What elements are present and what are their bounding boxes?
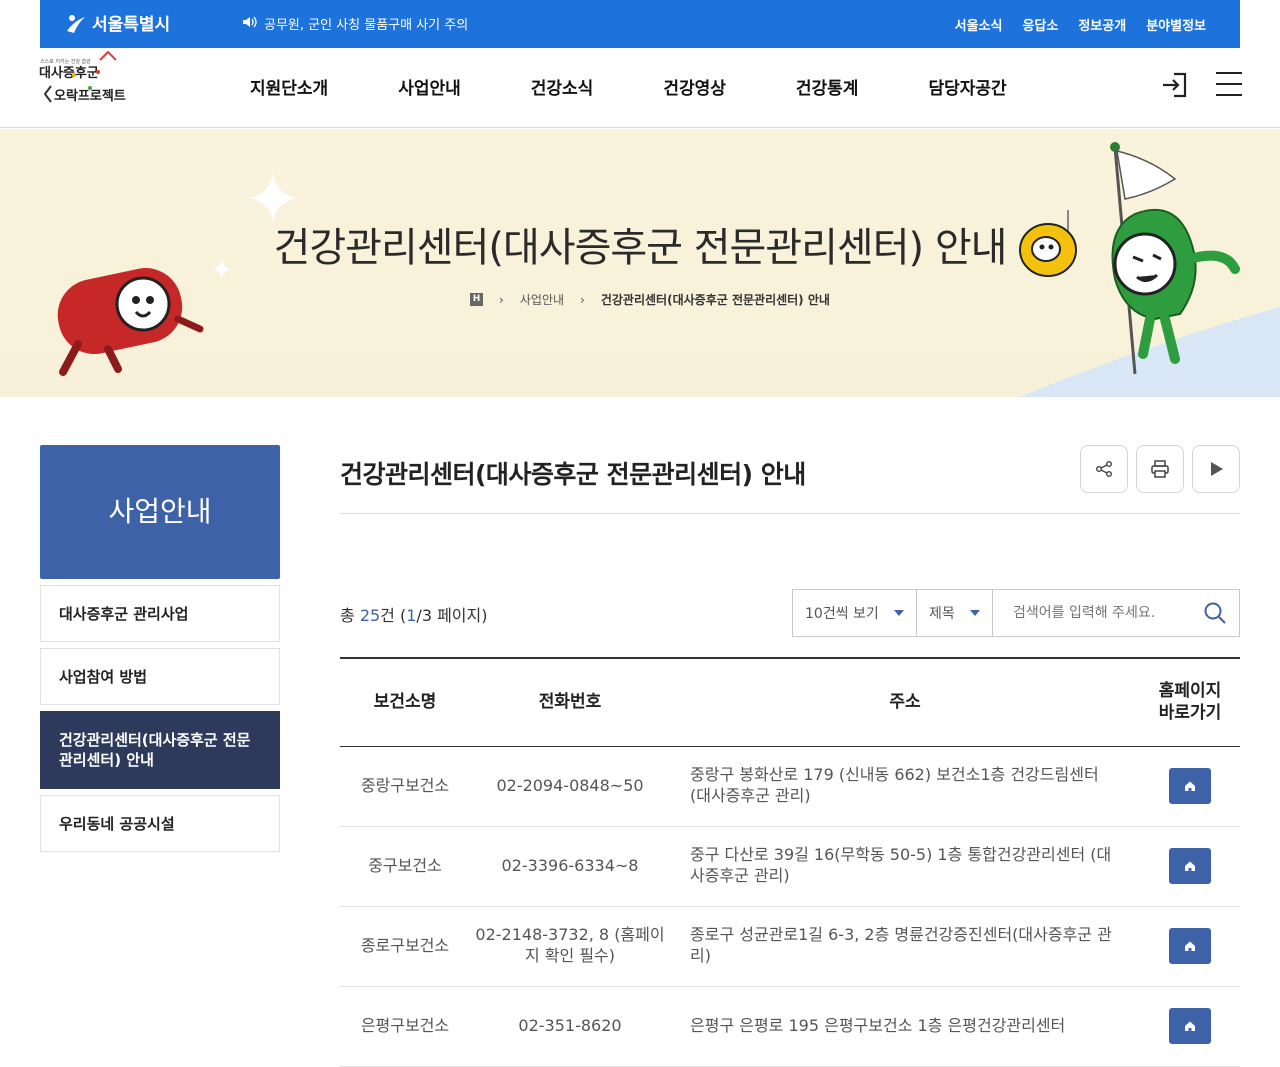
print-button[interactable] (1136, 445, 1184, 493)
side-nav-item-participation[interactable]: 사업참여 방법 (40, 648, 280, 705)
breadcrumb-item-business[interactable]: 사업안내 (520, 291, 564, 308)
table-row: 은평구보건소 02-351-8620 은평구 은평로 195 은평구보건소 1층 은… (340, 986, 1240, 1066)
table-row: 중랑구보건소 02-2094-0848~50 중랑구 봉화산로 179 (신내동 6… (340, 746, 1240, 826)
column-header-phone: 전화번호 (538, 692, 602, 713)
total-count: 25 (359, 606, 381, 625)
breadcrumb: H › 사업안내 › 건강관리센터(대사증후군 전문관리센터) 안내 (0, 291, 1280, 308)
logo-line2: 오락프로젝트 (54, 88, 126, 104)
logo-line1: 대사증후군 (39, 65, 99, 81)
address: 종로구 성균관로1길 6-3, 2층 명륜건강증진센터(대사증후군 관리) (690, 925, 1112, 965)
homepage-link-button[interactable] (1169, 848, 1211, 884)
page-title: 건강관리센터(대사증후군 전문관리센터) 안내 (340, 460, 806, 489)
per-page-select[interactable]: 10건씩 보기 (793, 590, 917, 636)
caret-down-icon (894, 610, 904, 616)
hamburger-menu-icon[interactable] (1216, 72, 1242, 98)
caret-down-icon (970, 610, 980, 616)
search-input[interactable] (993, 590, 1191, 636)
play-icon (1211, 462, 1223, 476)
notice-text: 공무원, 군인 사칭 물품구매 사기 주의 (264, 18, 469, 33)
util-link-seoul-news[interactable]: 서울소식 (955, 15, 1003, 34)
health-center-name: 중구보건소 (368, 855, 442, 875)
util-link-eungdapso[interactable]: 응답소 (1022, 15, 1058, 34)
printer-icon (1151, 460, 1169, 478)
house-icon (1185, 1021, 1195, 1031)
search-field-select[interactable]: 제목 (917, 590, 993, 636)
phone-number: 02-2148-3732, 8 (홈페이지 확인 필수) (475, 925, 665, 965)
column-header-name: 보건소명 (373, 692, 437, 713)
gnb-item-about[interactable]: 지원단소개 (250, 74, 328, 99)
notice-link[interactable]: 공무원, 군인 사칭 물품구매 사기 주의 (242, 14, 468, 33)
house-icon (1185, 861, 1195, 871)
homepage-cell (1140, 826, 1240, 906)
red-mascot-illustration (57, 268, 204, 376)
phone-number: 02-351-8620 (518, 1015, 622, 1035)
phone-number: 02-2094-0848~50 (496, 775, 644, 795)
address: 중구 다산로 39길 16(무학동 50-5) 1층 통합건강관리센터 (대사증… (690, 845, 1112, 885)
table-row: 종로구보건소 02-2148-3732, 8 (홈페이지 확인 필수) 종로구 성균… (340, 906, 1240, 986)
global-nav: 지원단소개 사업안내 건강소식 건강영상 건강통계 담당자공간 (250, 74, 1007, 99)
search-button[interactable] (1191, 590, 1239, 636)
breadcrumb-item-current[interactable]: 건강관리센터(대사증후군 전문관리센터) 안내 (601, 291, 830, 308)
homepage-link-button[interactable] (1169, 768, 1211, 804)
site-logo[interactable]: 스스로 지키는 건강 습관 대사증후군 오락프로젝트 (38, 48, 138, 118)
homepage-cell (1140, 986, 1240, 1066)
side-nav-title: 사업안내 (40, 445, 280, 579)
health-center-name: 종로구보건소 (360, 935, 450, 955)
homepage-cell (1140, 906, 1240, 986)
health-center-name: 중랑구보건소 (360, 775, 450, 795)
homepage-cell (1140, 746, 1240, 826)
table-row: 중구보건소 02-3396-6334~8 중구 다산로 39길 16(무학동 50-… (340, 826, 1240, 906)
homepage-link-button[interactable] (1169, 928, 1211, 964)
top-utility-bar: 서울특별시 공무원, 군인 사칭 물품구매 사기 주의 서울소식 응답소 정보공… (40, 0, 1240, 48)
share-icon (1096, 461, 1112, 477)
title-divider (340, 513, 1240, 514)
page-banner: 건강관리센터(대사증후군 전문관리센터) 안내 H › 사업안내 › 건강관리센… (0, 129, 1280, 397)
header: 스스로 지키는 건강 습관 대사증후군 오락프로젝트 지원단소개 사업안내 건강… (0, 48, 1280, 128)
address: 중랑구 봉화산로 179 (신내동 662) 보건소1층 건강드림센터 (대사증… (690, 765, 1099, 805)
side-nav-item-metabolic-program[interactable]: 대사증후군 관리사업 (40, 585, 280, 642)
phone-number: 02-3396-6334~8 (501, 855, 639, 875)
side-nav: 사업안내 대사증후군 관리사업 사업참여 방법 건강관리센터(대사증후군 전문관… (40, 445, 280, 852)
result-count: 총 25건 (1/3 페이지) (340, 606, 488, 625)
search-bar: 10건씩 보기 제목 (792, 589, 1240, 637)
gnb-item-staff-space[interactable]: 담당자공간 (928, 74, 1006, 99)
gnb-item-health-stats[interactable]: 건강통계 (796, 74, 859, 99)
table-header-row: 보건소명 전화번호 주소 홈페이지 바로가기 (340, 658, 1240, 746)
share-button[interactable] (1080, 445, 1128, 493)
current-page: 1 (406, 606, 417, 625)
banner-title: 건강관리센터(대사증후군 전문관리센터) 안내 (273, 225, 1008, 271)
health-center-table: 보건소명 전화번호 주소 홈페이지 바로가기 중랑구보건소 02-2094-084… (340, 657, 1240, 1067)
chevron-right-icon: › (580, 292, 585, 307)
logo-tagline: 스스로 지키는 건강 습관 (40, 58, 91, 65)
house-icon (1185, 941, 1195, 951)
login-icon[interactable] (1160, 70, 1190, 100)
chevron-right-icon: › (499, 292, 504, 307)
gnb-item-business[interactable]: 사업안내 (398, 74, 461, 99)
column-header-address: 주소 (889, 692, 921, 713)
util-link-field-info[interactable]: 분야별정보 (1146, 15, 1206, 34)
seoul-logo-text: 서울특별시 (92, 15, 171, 35)
util-link-info-disclosure[interactable]: 정보공개 (1078, 15, 1126, 34)
gnb-item-health-video[interactable]: 건강영상 (663, 74, 726, 99)
home-icon[interactable]: H (470, 293, 484, 306)
side-nav-item-health-centers[interactable]: 건강관리센터(대사증후군 전문관리센터) 안내 (40, 711, 280, 789)
search-icon (1204, 602, 1226, 624)
speaker-icon (242, 16, 258, 32)
house-icon (1185, 781, 1195, 791)
health-center-name: 은평구보건소 (360, 1015, 450, 1035)
homepage-link-button[interactable] (1169, 1008, 1211, 1044)
seoul-logo[interactable]: 서울특별시 (64, 10, 170, 35)
gnb-item-health-news[interactable]: 건강소식 (531, 74, 594, 99)
seoul-emblem-icon (64, 11, 88, 35)
play-button[interactable] (1192, 445, 1240, 493)
column-header-homepage: 홈페이지 바로가기 (1158, 681, 1222, 724)
address: 은평구 은평로 195 은평구보건소 1층 은평건강관리센터 (690, 1015, 1066, 1035)
side-nav-item-public-facilities[interactable]: 우리동네 공공시설 (40, 795, 280, 852)
